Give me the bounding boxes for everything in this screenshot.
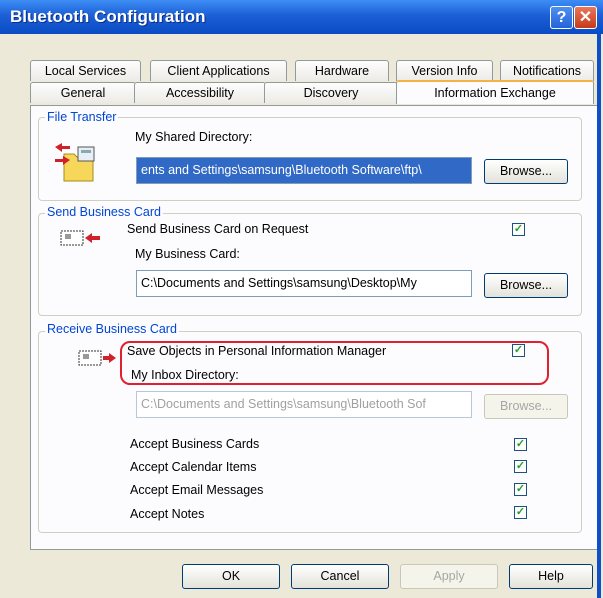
send-on-request-checkbox[interactable]: ✓: [512, 223, 525, 236]
send-business-card-label: Send Business Card: [45, 205, 163, 219]
tab-hardware[interactable]: Hardware: [295, 60, 389, 81]
ok-button[interactable]: OK: [182, 564, 280, 589]
apply-button: Apply: [400, 564, 498, 589]
business-card-receive-icon: [78, 350, 116, 366]
tab-discovery[interactable]: Discovery: [264, 82, 398, 103]
title-bar: Bluetooth Configuration ? ✕: [0, 0, 603, 34]
inbox-directory-input: C:\Documents and Settings\samsung\Blueto…: [136, 391, 472, 418]
accept-email-messages-label: Accept Email Messages: [130, 483, 264, 497]
accept-calendar-items-checkbox[interactable]: ✓: [514, 460, 527, 473]
tab-general[interactable]: General: [30, 82, 136, 103]
close-icon[interactable]: ✕: [574, 6, 597, 29]
tab-notifications[interactable]: Notifications: [500, 60, 594, 81]
help-button[interactable]: Help: [509, 564, 593, 589]
help-icon[interactable]: ?: [550, 6, 573, 29]
accept-email-messages-checkbox[interactable]: ✓: [514, 483, 527, 496]
tab-client-applications[interactable]: Client Applications: [150, 60, 287, 81]
my-business-card-label: My Business Card:: [135, 247, 240, 261]
browse-shared-directory-button[interactable]: Browse...: [484, 159, 568, 184]
send-on-request-label: Send Business Card on Request: [127, 222, 309, 236]
accept-business-cards-label: Accept Business Cards: [130, 437, 260, 451]
browse-business-card-button[interactable]: Browse...: [484, 273, 568, 298]
tab-accessibility[interactable]: Accessibility: [134, 82, 266, 103]
accept-calendar-items-label: Accept Calendar Items: [130, 460, 257, 474]
tab-version-info[interactable]: Version Info: [396, 60, 493, 81]
inbox-directory-label: My Inbox Directory:: [131, 368, 239, 382]
tab-local-services[interactable]: Local Services: [30, 60, 141, 81]
shared-directory-label: My Shared Directory:: [135, 130, 253, 144]
window-border: [597, 34, 601, 598]
accept-notes-label: Accept Notes: [130, 507, 205, 521]
business-card-send-icon: [60, 230, 100, 246]
accept-notes-checkbox[interactable]: ✓: [514, 506, 527, 519]
shared-directory-input[interactable]: ents and Settings\samsung\Bluetooth Soft…: [136, 157, 472, 184]
browse-inbox-button: Browse...: [484, 394, 568, 419]
file-transfer-folder-icon: [55, 143, 95, 182]
send-business-card-group: [38, 213, 582, 316]
accept-business-cards-checkbox[interactable]: ✓: [514, 438, 527, 451]
receive-business-card-label: Receive Business Card: [45, 322, 179, 336]
tab-information-exchange[interactable]: Information Exchange: [396, 80, 594, 104]
cancel-button[interactable]: Cancel: [291, 564, 389, 589]
file-transfer-label: File Transfer: [45, 110, 119, 124]
save-pim-label: Save Objects in Personal Information Man…: [127, 344, 387, 358]
save-pim-checkbox[interactable]: ✓: [512, 344, 525, 357]
business-card-input[interactable]: C:\Documents and Settings\samsung\Deskto…: [136, 270, 472, 297]
window-title: Bluetooth Configuration: [10, 7, 206, 26]
